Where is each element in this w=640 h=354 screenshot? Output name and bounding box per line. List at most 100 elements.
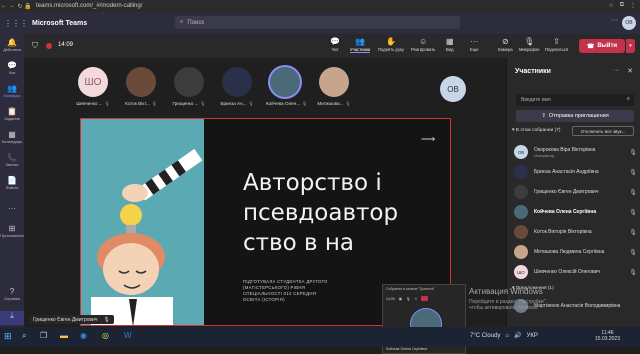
rail-item-apps[interactable]: ⊞ Приложения <box>0 224 24 238</box>
mic-off-icon[interactable]: 🎙 <box>628 269 638 276</box>
address-bar[interactable]: teams.microsoft.com/_#/modern-calling/ <box>36 3 142 9</box>
smiley-icon: ☺ <box>419 37 428 46</box>
reload-icon[interactable]: ↻ <box>16 3 24 10</box>
rail-item-activity[interactable]: 🔔 Действия <box>0 38 24 52</box>
participant-avatar <box>514 165 528 179</box>
mic-icon[interactable]: 🎙 <box>406 297 410 301</box>
mic-off-icon[interactable]: 🎙 <box>628 189 638 196</box>
participant-row[interactable]: ОВ Окорокова Віра Вікторівна Инициатор 🎙 <box>514 142 638 162</box>
bookmark-icon[interactable]: ☆ <box>608 2 613 9</box>
participant-tile[interactable]: Митишова... 🎙 <box>315 67 353 106</box>
apps-icon: ⊞ <box>8 224 16 233</box>
participant-row[interactable]: Грищенко Євген Дмитрович 🎙 <box>514 182 638 202</box>
rail-item-files[interactable]: 📄 Файлы <box>0 176 24 190</box>
rail-item-help[interactable]: ? Справка <box>0 287 24 301</box>
participant-row[interactable]: ШО Шевченко Олексій Олегович 🎙 <box>514 262 638 282</box>
mic-off-icon[interactable]: 🎙 <box>628 249 638 256</box>
participant-tile[interactable]: Бринза Ан... 🎙 <box>218 67 256 106</box>
mini-timer: 14:09 <box>386 296 395 301</box>
more-options-icon[interactable]: ··· <box>611 17 618 24</box>
volume-icon[interactable]: 🔊 <box>514 332 521 339</box>
windows-start-icon[interactable]: ⊞ <box>4 331 12 342</box>
rail-item-chat[interactable]: 💬 Чат <box>0 61 24 75</box>
clock[interactable]: 11:46 15.03.2023 <box>595 330 620 342</box>
participant-tile[interactable]: Койчева Олен... 🎙 <box>266 67 308 106</box>
participant-avatar <box>514 225 528 239</box>
mic-icon: 🎙 <box>302 101 308 106</box>
language-indicator[interactable]: УКР <box>527 333 538 339</box>
leave-dropdown[interactable]: ▾ <box>626 39 635 53</box>
arrow-right-icon: ⟶ <box>421 134 436 145</box>
shield-icon: ⛉ <box>32 41 38 50</box>
forward-icon[interactable]: → <box>8 3 16 9</box>
camera-icon[interactable]: ▣ <box>399 297 402 301</box>
self-name-tag: Грищенко Євген Дмитрович 🎙 <box>29 315 114 324</box>
participant-avatar <box>514 185 528 199</box>
rail-item-calls[interactable]: 📞 Звонки <box>0 153 24 167</box>
react-button[interactable]: ☺ Реагировать <box>411 37 435 52</box>
browser-bar: ← → ↻ 🔒 teams.microsoft.com/_#/modern-ca… <box>0 0 640 12</box>
rail-item-teams[interactable]: 👥 Команды <box>0 84 24 98</box>
mic-off-icon[interactable]: 🎙 <box>628 169 638 176</box>
leave-button[interactable]: ☎ Выйти <box>579 39 625 53</box>
edge-icon[interactable]: ◉ <box>80 331 87 340</box>
more-button[interactable]: ··· Еще <box>470 37 479 52</box>
mute-all-button[interactable]: Отключить все звук... <box>572 126 634 136</box>
user-avatar[interactable]: OB <box>622 16 636 30</box>
participant-tile[interactable]: ШО Шевченко ... 🎙 <box>74 67 112 106</box>
slide-illustration <box>81 119 204 325</box>
menu-icon[interactable]: ⋮ <box>630 2 636 9</box>
search-icon[interactable]: ⌕ <box>22 331 26 341</box>
left-rail: 🔔 Действия 💬 Чат 👥 Команды 📋 Задание ▦ Календ… <box>0 34 24 327</box>
rail-item-assignments[interactable]: 📋 Задание <box>0 107 24 121</box>
task-view-icon[interactable]: ❐ <box>40 331 47 340</box>
app-launcher-icon[interactable]: ⋮⋮⋮ <box>4 19 28 28</box>
weather-widget[interactable]: 7°C Cloudy <box>470 333 500 339</box>
participant-search-input[interactable]: Введите имя ⌕ <box>516 94 634 106</box>
participants-icon: 👥 <box>355 37 365 46</box>
teams-header: ⋮⋮⋮ Microsoft Teams ⌕ Поиск ··· OB <box>0 12 640 34</box>
rail-item-more[interactable]: ··· <box>0 204 24 213</box>
calls-icon: 📞 <box>7 153 17 162</box>
participant-tile[interactable]: Грищенко ... 🎙 <box>170 67 208 106</box>
camera-button[interactable]: ⊘ Камера <box>498 37 513 52</box>
mic-icon[interactable]: 🎙 <box>628 209 638 216</box>
participant-row[interactable]: Койчева Олена Сергіївна 🎙 <box>514 202 638 222</box>
mic-off-icon[interactable]: 🎙 <box>628 229 638 236</box>
teams-icon: 👥 <box>7 84 17 93</box>
share-icon[interactable]: ⇪ <box>415 297 418 301</box>
participant-tile[interactable]: Коток Вікт... 🎙 <box>122 67 160 106</box>
mic-off-icon[interactable]: 🎙 <box>628 149 638 156</box>
app-title: Microsoft Teams <box>32 19 88 27</box>
mic-button[interactable]: 🎙 Микрофон <box>519 37 539 52</box>
participant-row[interactable]: Коток Вікторія Вікторівна 🎙 <box>514 222 638 242</box>
rail-item-calendar[interactable]: ▦ Календарь <box>0 130 24 144</box>
mic-off-icon: 🎙 <box>151 101 157 106</box>
in-meeting-section[interactable]: ▾ В этом собрании (7) <box>512 128 560 133</box>
download-app-button[interactable]: ⤓ <box>0 311 24 325</box>
view-button[interactable]: ▦ Вид <box>446 37 454 52</box>
participants-button[interactable]: 👥 Участники <box>350 37 371 53</box>
participant-row[interactable]: Митишова Людмила Сергіївна 🎙 <box>514 242 638 262</box>
more-options-icon[interactable]: ··· <box>613 67 620 74</box>
slide-title: Авторство і псевдоавтор ство в на <box>243 170 399 256</box>
close-icon[interactable]: ✕ <box>627 67 633 75</box>
raise-hand-button[interactable]: ✋ Поднять руку <box>378 37 404 52</box>
participant-avatar <box>126 67 156 97</box>
participant-avatar <box>319 67 349 97</box>
word-icon[interactable]: W <box>124 331 132 340</box>
back-icon[interactable]: ← <box>0 3 8 9</box>
send-invite-button[interactable]: ⇪ Отправка приглашения <box>516 110 634 122</box>
share-button[interactable]: ⇪ Поделиться <box>545 37 568 52</box>
extensions-icon[interactable]: ⧉ <box>620 2 624 9</box>
chat-button[interactable]: 💬 Чат <box>330 37 340 52</box>
file-explorer-icon[interactable]: ▬ <box>60 331 68 340</box>
participant-avatar <box>514 245 528 259</box>
chrome-icon[interactable]: ◎ <box>102 331 109 340</box>
help-icon: ? <box>9 287 15 296</box>
network-icon[interactable]: ⌂ <box>505 333 509 339</box>
participant-row[interactable]: Бринза Анастасія Андріївна 🎙 <box>514 162 638 182</box>
self-avatar[interactable]: OB <box>440 76 466 102</box>
search-input[interactable]: ⌕ Поиск <box>175 16 460 29</box>
hangup-button[interactable] <box>421 296 429 301</box>
